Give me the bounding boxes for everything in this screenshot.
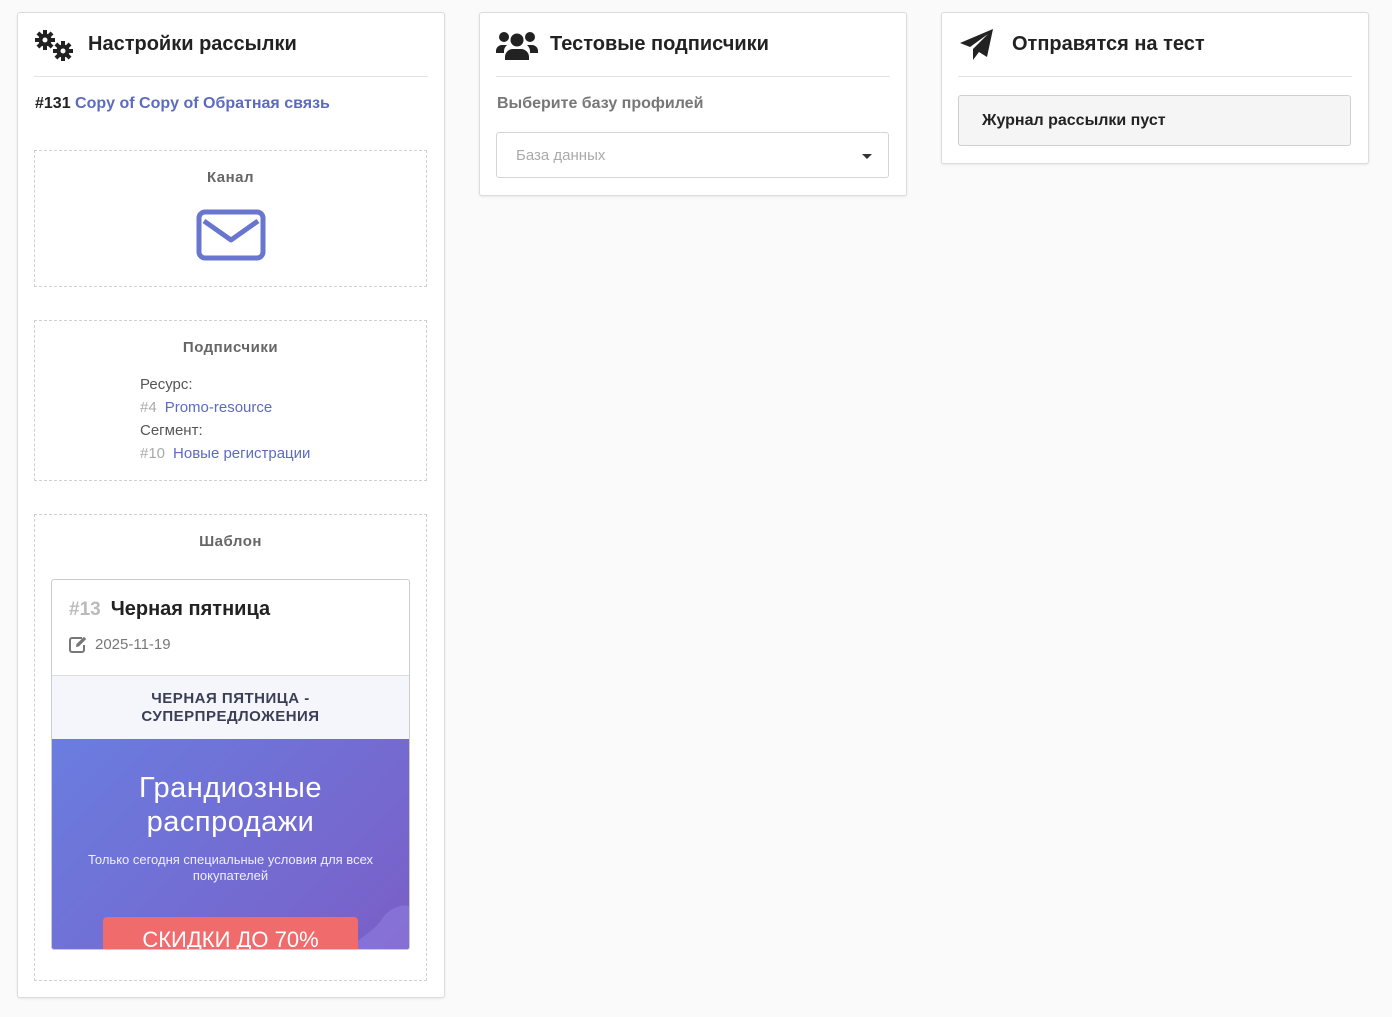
- template-date: 2025-11-19: [95, 636, 171, 653]
- preview-banner-line2: СУПЕРПРЕДЛОЖЕНИЯ: [141, 707, 320, 725]
- paper-plane-icon: [958, 28, 1000, 61]
- resource-row: #4 Promo-resource: [140, 396, 310, 419]
- template-section: Шаблон #13 Черная пятница 2025-11-19 ЧЕР…: [34, 514, 427, 981]
- template-card[interactable]: #13 Черная пятница 2025-11-19 ЧЕРНАЯ ПЯТ…: [51, 579, 410, 950]
- subscribers-title: Подписчики: [182, 339, 279, 356]
- gears-icon: [34, 29, 76, 61]
- segment-row: #10 Новые регистрации: [140, 442, 310, 465]
- template-number: #13: [69, 599, 101, 620]
- mailing-settings-card: Настройки рассылки #131 Copy of Copy of …: [17, 12, 445, 998]
- send-test-card: Отправятся на тест Журнал рассылки пуст: [941, 12, 1369, 164]
- preview-cta-button: СКИДКИ ДО 70%: [103, 917, 358, 949]
- channel-section: Канал: [34, 150, 427, 287]
- resource-link[interactable]: Promo-resource: [165, 399, 273, 416]
- subscribers-details: Ресурс: #4 Promo-resource Сегмент: #10 Нов…: [140, 373, 310, 465]
- resource-label: Ресурс:: [140, 376, 193, 393]
- caret-down-icon: [862, 154, 872, 159]
- test-subscribers-header: Тестовые подписчики: [496, 13, 890, 77]
- profile-base-label: Выберите базу профилей: [497, 95, 704, 112]
- settings-title: Настройки рассылки: [88, 33, 297, 55]
- profile-base-placeholder: База данных: [516, 146, 606, 164]
- settings-header: Настройки рассылки: [34, 13, 428, 77]
- preview-hero-title: Грандиозные распродажи: [52, 771, 409, 839]
- preview-hero-subtitle: Только сегодня специальные условия для в…: [87, 852, 374, 883]
- template-section-title: Шаблон: [199, 533, 262, 550]
- mailing-number: #131: [35, 95, 71, 112]
- segment-label: Сегмент:: [140, 422, 203, 439]
- preview-hero-line2: распродажи: [146, 806, 315, 838]
- send-test-header: Отправятся на тест: [958, 13, 1352, 77]
- users-icon: [496, 29, 538, 61]
- edit-icon: [69, 636, 87, 653]
- mailing-identifier: #131 Copy of Copy of Обратная связь: [35, 95, 330, 113]
- test-subscribers-title: Тестовые подписчики: [550, 33, 769, 55]
- preview-decoration: [349, 905, 409, 949]
- channel-title: Канал: [206, 169, 255, 186]
- test-subscribers-card: Тестовые подписчики Выберите базу профил…: [479, 12, 907, 196]
- preview-hero-line1: Грандиозные: [138, 772, 323, 804]
- segment-link[interactable]: Новые регистрации: [173, 445, 310, 462]
- envelope-icon: [196, 209, 266, 266]
- resource-number: #4: [140, 399, 157, 416]
- send-test-title: Отправятся на тест: [1012, 33, 1205, 55]
- preview-banner-line1: ЧЕРНАЯ ПЯТНИЦА -: [151, 689, 310, 707]
- mailing-name-link[interactable]: Copy of Copy of Обратная связь: [75, 95, 330, 112]
- segment-number: #10: [140, 445, 166, 462]
- template-date-row: 2025-11-19: [69, 636, 171, 653]
- template-heading: #13 Черная пятница: [69, 598, 270, 621]
- template-preview: ЧЕРНАЯ ПЯТНИЦА - СУПЕРПРЕДЛОЖЕНИЯ Гранди…: [52, 675, 409, 949]
- mailing-log-status: Журнал рассылки пуст: [958, 95, 1351, 146]
- preview-banner: ЧЕРНАЯ ПЯТНИЦА - СУПЕРПРЕДЛОЖЕНИЯ: [52, 676, 409, 739]
- preview-hero: Грандиозные распродажи Только сегодня сп…: [52, 739, 409, 949]
- template-name: Черная пятница: [110, 598, 271, 620]
- subscribers-section: Подписчики Ресурс: #4 Promo-resource Сегм…: [34, 320, 427, 481]
- profile-base-select[interactable]: База данных: [496, 132, 889, 178]
